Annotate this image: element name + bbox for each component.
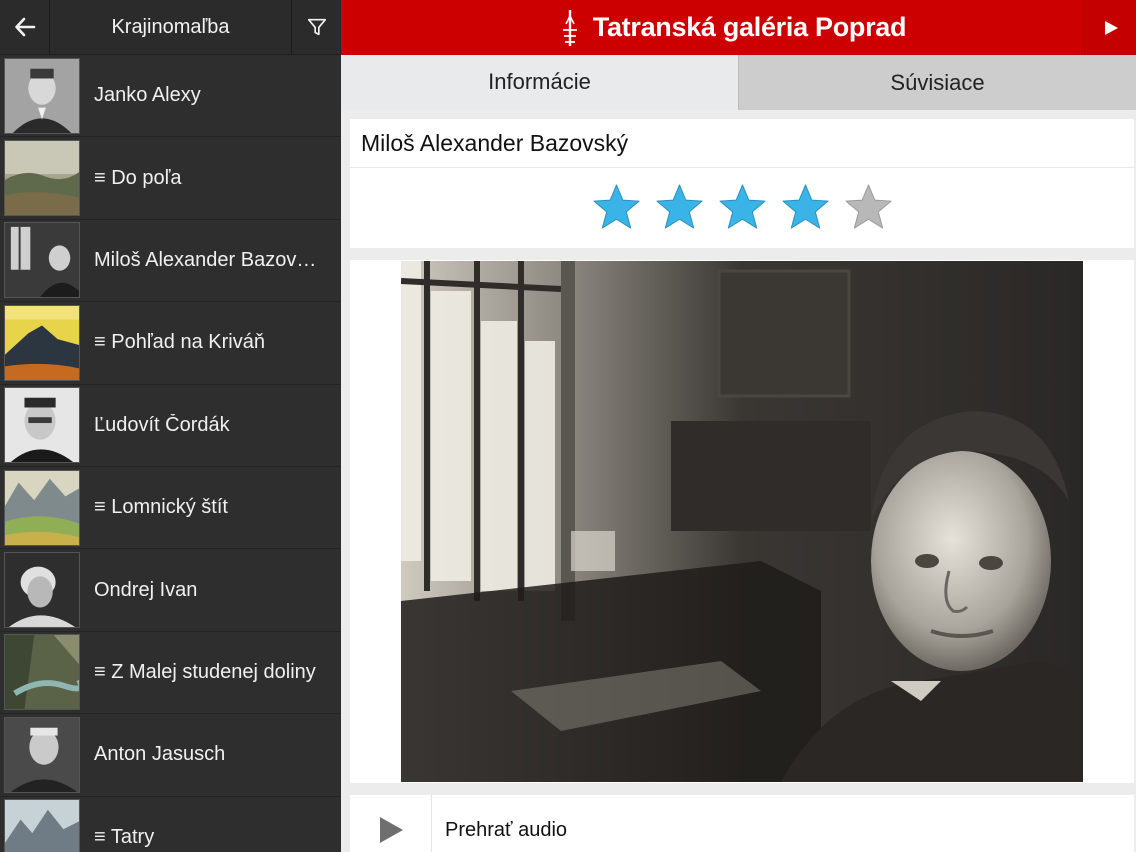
play-icon <box>379 817 403 843</box>
list-item-label: Miloš Alexander Bazovský <box>94 248 326 271</box>
sidebar: Krajinomaľba Janko Alexy ≡ Do poľa Miloš… <box>0 0 341 852</box>
list-item-label: Ondrej Ivan <box>94 578 198 601</box>
artwork-thumbnail <box>4 799 80 852</box>
list-item[interactable]: ≡ Tatry <box>0 796 341 852</box>
list-item-label: ≡ Lomnický štít <box>94 496 228 519</box>
artwork-thumbnail <box>4 304 80 381</box>
tab-informacie[interactable]: Informácie <box>341 55 738 110</box>
list-item[interactable]: ≡ Pohľad na Kriváň <box>0 302 341 385</box>
star-filled-icon[interactable] <box>781 183 830 232</box>
list-item[interactable]: Ľudovít Čordák <box>0 384 341 467</box>
arrow-left-icon <box>14 17 35 37</box>
artwork-thumbnail <box>4 634 80 711</box>
list-item-label: Ľudovít Čordák <box>94 413 230 436</box>
artist-portrait-thumbnail <box>4 387 80 464</box>
app-title: Tatranská galéria Poprad <box>592 12 907 42</box>
list-item[interactable]: ≡ Lomnický štít <box>0 466 341 550</box>
list-item-label: ≡ Tatry <box>94 825 155 848</box>
list-item[interactable]: Miloš Alexander Bazovský <box>0 219 341 303</box>
list-item[interactable]: Anton Jasusch <box>0 714 341 797</box>
artist-card: Miloš Alexander Bazovský <box>350 119 1134 248</box>
star-filled-icon[interactable] <box>592 183 641 232</box>
tab-bar: Informácie Súvisiace <box>341 55 1136 110</box>
artwork-thumbnail <box>4 469 80 546</box>
artwork-thumbnail <box>4 140 80 217</box>
list-item-label: ≡ Pohľad na Kriváň <box>94 331 265 354</box>
list-item-label: Janko Alexy <box>94 84 201 107</box>
artist-name: Miloš Alexander Bazovský <box>350 119 1134 168</box>
list-item-label: Anton Jasusch <box>94 743 226 766</box>
filter-icon <box>307 18 326 36</box>
artist-portrait-thumbnail <box>4 222 80 299</box>
app-header: Tatranská galéria Poprad <box>341 0 1136 55</box>
brand: Tatranská galéria Poprad <box>341 8 1084 48</box>
back-button[interactable] <box>0 0 50 54</box>
star-filled-icon[interactable] <box>655 183 704 232</box>
audio-play-label[interactable]: Prehrať audio <box>445 819 567 842</box>
sidebar-title: Krajinomaľba <box>111 15 230 38</box>
star-filled-icon[interactable] <box>718 183 767 232</box>
photo-card <box>350 260 1134 783</box>
filter-button[interactable] <box>291 0 341 54</box>
play-icon <box>1104 20 1118 35</box>
artist-portrait-thumbnail <box>4 57 80 134</box>
detail-panel: Miloš Alexander Bazovský Prehrať audio <box>341 110 1136 852</box>
artist-portrait-thumbnail <box>4 552 80 629</box>
sidebar-list: Janko Alexy ≡ Do poľa Miloš Alexander Ba… <box>0 55 341 852</box>
star-rating[interactable] <box>350 168 1134 232</box>
list-item[interactable]: Janko Alexy <box>0 55 341 138</box>
artist-portrait-thumbnail <box>4 716 80 793</box>
gallery-logo-icon <box>562 9 577 46</box>
star-empty-icon[interactable] <box>844 183 893 232</box>
audio-play-button[interactable] <box>350 795 432 852</box>
list-item[interactable]: ≡ Do poľa <box>0 137 341 220</box>
play-button[interactable] <box>1084 0 1136 55</box>
tab-suvisiace[interactable]: Súvisiace <box>738 55 1136 110</box>
list-item-label: ≡ Do poľa <box>94 166 182 189</box>
sidebar-header: Krajinomaľba <box>0 0 341 55</box>
artist-photo <box>401 261 1083 782</box>
list-item[interactable]: Ondrej Ivan <box>0 549 341 632</box>
list-item[interactable]: ≡ Z Malej studenej doliny <box>0 631 341 715</box>
audio-player: Prehrať audio <box>350 795 1134 852</box>
list-item-label: ≡ Z Malej studenej doliny <box>94 660 316 683</box>
